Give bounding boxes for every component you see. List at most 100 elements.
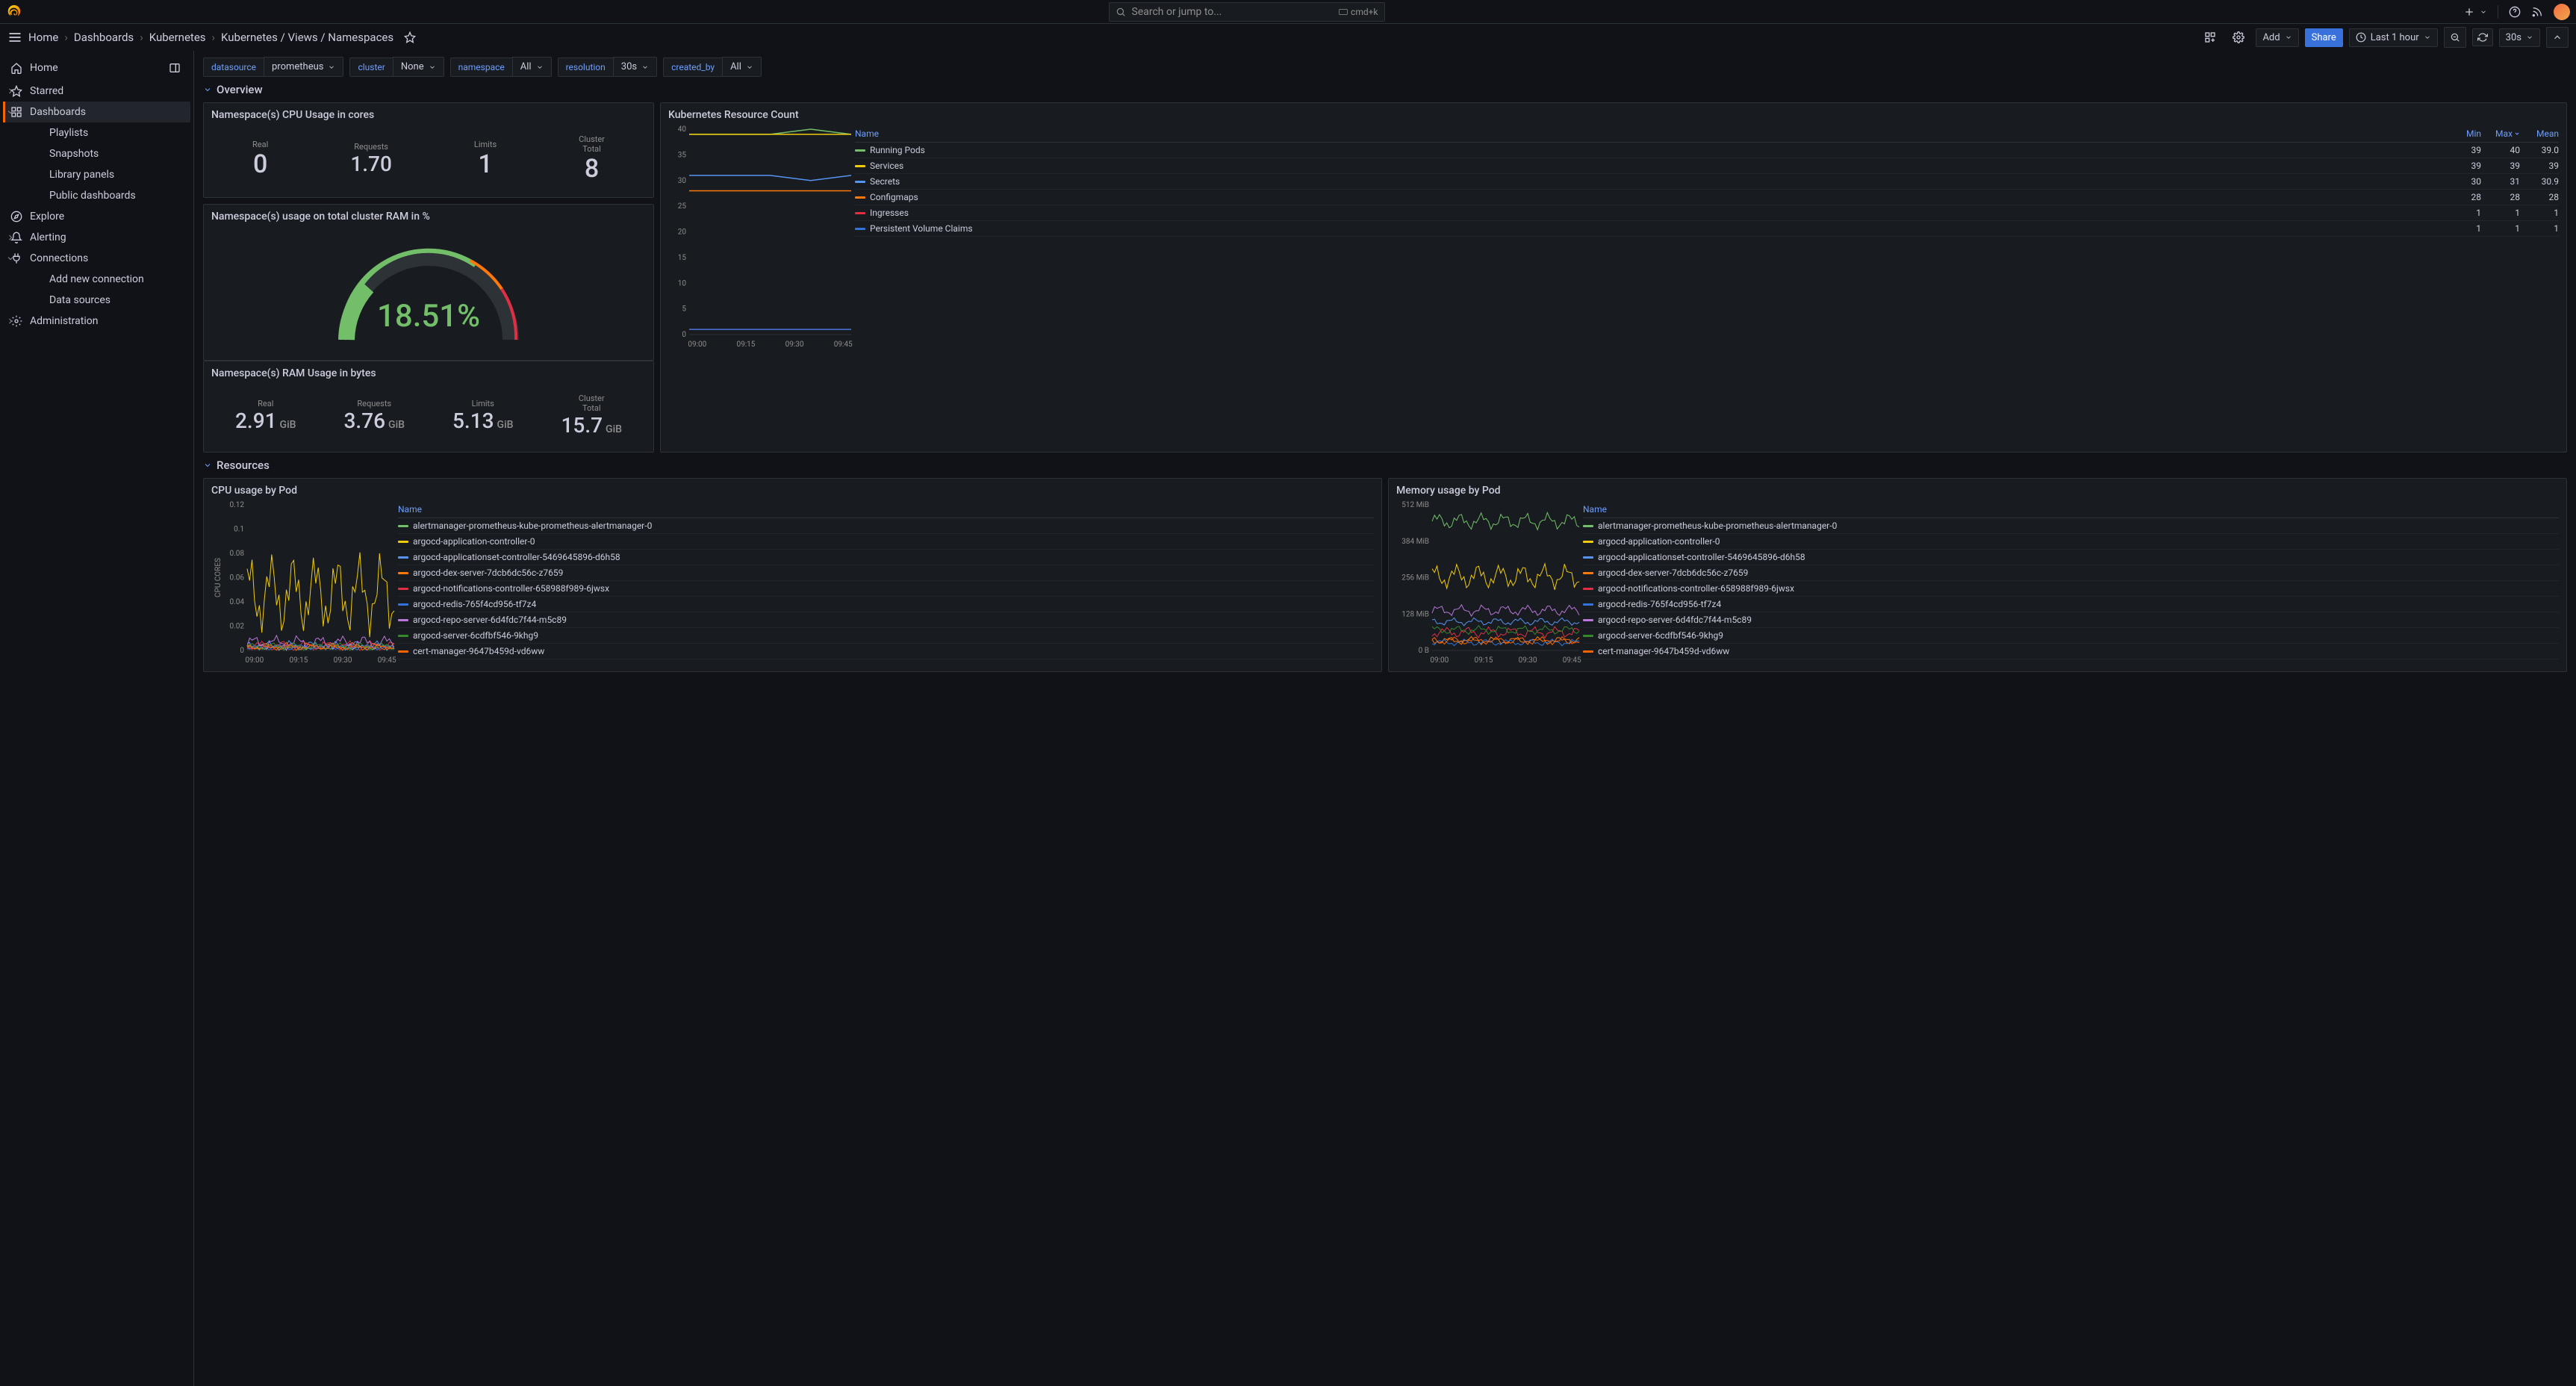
- row-mean: 1: [2520, 223, 2559, 234]
- breadcrumb-home[interactable]: Home: [28, 31, 58, 44]
- legend-row[interactable]: alertmanager-prometheus-kube-prometheus-…: [398, 518, 1374, 534]
- var-datasource[interactable]: datasourceprometheus: [203, 57, 343, 77]
- row-min: 30: [2442, 176, 2481, 187]
- svg-text:09:30: 09:30: [334, 656, 352, 665]
- legend-row[interactable]: argocd-redis-765f4cd956-tf7z4: [398, 597, 1374, 612]
- help-icon[interactable]: [2509, 6, 2521, 18]
- legend-label: argocd-redis-765f4cd956-tf7z4: [413, 599, 536, 609]
- settings-icon-button[interactable]: [2227, 27, 2250, 48]
- chevron-down-icon[interactable]: [2480, 8, 2487, 16]
- sidebar-subitem-data-sources[interactable]: Data sources: [3, 290, 190, 311]
- sidebar-item-alerting[interactable]: Alerting: [3, 227, 190, 248]
- var-resolution[interactable]: resolution30s: [558, 57, 658, 77]
- legend-row[interactable]: argocd-application-controller-0: [1583, 534, 2559, 550]
- grafana-logo-icon: [6, 4, 22, 20]
- legend-row[interactable]: argocd-notifications-controller-658988f9…: [1583, 581, 2559, 597]
- sidebar-item-dashboards[interactable]: Dashboards: [3, 102, 190, 122]
- var-value[interactable]: None: [393, 57, 444, 77]
- sidebar-subitem-snapshots[interactable]: Snapshots: [3, 143, 190, 164]
- legend-row[interactable]: argocd-server-6cdfbf546-9khg9: [398, 628, 1374, 644]
- col-name[interactable]: Name: [855, 128, 2442, 139]
- col-mean[interactable]: Mean: [2520, 128, 2559, 139]
- collapse-button[interactable]: [2546, 27, 2569, 48]
- var-value[interactable]: 30s: [613, 57, 657, 77]
- mem-by-pod-chart: 0 B128 MiB256 MiB384 MiB512 MiB09:0009:1…: [1396, 501, 1583, 665]
- var-namespace[interactable]: namespaceAll: [450, 57, 552, 77]
- menu-icon[interactable]: [7, 30, 22, 45]
- svg-text:CPU CORES: CPU CORES: [214, 558, 223, 597]
- compass-icon: [10, 211, 22, 223]
- legend-row[interactable]: alertmanager-prometheus-kube-prometheus-…: [1583, 518, 2559, 534]
- user-avatar[interactable]: [2554, 4, 2570, 20]
- var-cluster[interactable]: clusterNone: [349, 57, 444, 77]
- legend-row[interactable]: argocd-notifications-controller-658988f9…: [398, 581, 1374, 597]
- legend-name-header[interactable]: Name: [1583, 501, 2559, 518]
- legend-row[interactable]: argocd-applicationset-controller-5469645…: [398, 550, 1374, 565]
- legend-color: [398, 556, 408, 559]
- var-value[interactable]: prometheus: [264, 57, 343, 77]
- svg-text:20: 20: [678, 229, 687, 237]
- row-overview-header[interactable]: Overview: [203, 83, 2567, 96]
- stat-label: Requests: [344, 399, 405, 408]
- stat-limits: Limits5.13GiB: [452, 399, 513, 433]
- chevron-down-icon: [429, 63, 436, 71]
- row-mean: 30.9: [2520, 176, 2559, 187]
- dock-icon[interactable]: [167, 60, 183, 76]
- gauge-chart: [324, 228, 533, 355]
- legend-row[interactable]: cert-manager-9647b459d-vd6ww: [398, 644, 1374, 659]
- legend-color: [1583, 556, 1593, 559]
- col-min[interactable]: Min: [2442, 128, 2481, 139]
- svg-text:0.12: 0.12: [230, 501, 245, 509]
- breadcrumb-kubernetes[interactable]: Kubernetes: [149, 31, 206, 44]
- table-row[interactable]: Services393939: [855, 158, 2559, 174]
- refresh-button[interactable]: [2472, 28, 2493, 46]
- legend-row[interactable]: argocd-dex-server-7dcb6dc56c-z7659: [1583, 565, 2559, 581]
- table-row[interactable]: Ingresses111: [855, 205, 2559, 221]
- plus-icon[interactable]: [2463, 6, 2475, 18]
- sidebar-item-home[interactable]: Home: [3, 55, 190, 81]
- table-row[interactable]: Running Pods394039.0: [855, 143, 2559, 158]
- time-range-picker[interactable]: Last 1 hour: [2349, 28, 2438, 47]
- star-icon[interactable]: [404, 31, 416, 43]
- legend-row[interactable]: argocd-server-6cdfbf546-9khg9: [1583, 628, 2559, 644]
- rss-icon[interactable]: [2531, 6, 2543, 18]
- sidebar-subitem-library-panels[interactable]: Library panels: [3, 164, 190, 185]
- legend-name-header[interactable]: Name: [398, 501, 1374, 518]
- table-row[interactable]: Persistent Volume Claims111: [855, 221, 2559, 237]
- legend-row[interactable]: argocd-repo-server-6d4fdc7f44-m5c89: [398, 612, 1374, 628]
- table-row[interactable]: Secrets303130.9: [855, 174, 2559, 190]
- zoom-out-button[interactable]: [2444, 27, 2466, 48]
- panel-ram-usage-bytes: Namespace(s) RAM Usage in bytes Real2.91…: [203, 361, 654, 453]
- sidebar-subitem-playlists[interactable]: Playlists: [3, 122, 190, 143]
- legend-row[interactable]: argocd-repo-server-6d4fdc7f44-m5c89: [1583, 612, 2559, 628]
- var-value[interactable]: All: [512, 57, 552, 77]
- share-button[interactable]: Share: [2305, 28, 2343, 47]
- legend-row[interactable]: argocd-redis-765f4cd956-tf7z4: [1583, 597, 2559, 612]
- legend-row[interactable]: argocd-dex-server-7dcb6dc56c-z7659: [398, 565, 1374, 581]
- legend-row[interactable]: argocd-application-controller-0: [398, 534, 1374, 550]
- legend-row[interactable]: cert-manager-9647b459d-vd6ww: [1583, 644, 2559, 659]
- legend-row[interactable]: argocd-applicationset-controller-5469645…: [1583, 550, 2559, 565]
- row-max: 40: [2481, 145, 2520, 155]
- row-min: 28: [2442, 192, 2481, 202]
- sidebar-item-connections[interactable]: Connections: [3, 248, 190, 269]
- top-bar: Search or jump to... cmd+k: [0, 0, 2576, 24]
- row-min: 39: [2442, 145, 2481, 155]
- refresh-interval-picker[interactable]: 30s: [2499, 28, 2540, 47]
- add-button[interactable]: Add: [2256, 28, 2298, 47]
- sidebar-item-starred[interactable]: Starred: [3, 81, 190, 102]
- sidebar-subitem-add-new-connection[interactable]: Add new connection: [3, 269, 190, 290]
- sidebar-subitem-public-dashboards[interactable]: Public dashboards: [3, 185, 190, 206]
- sidebar-item-explore[interactable]: Explore: [3, 206, 190, 227]
- chevron-up-icon: [2552, 32, 2563, 43]
- table-row[interactable]: Configmaps282828: [855, 190, 2559, 205]
- var-created_by[interactable]: created_byAll: [663, 57, 762, 77]
- legend-label: argocd-redis-765f4cd956-tf7z4: [1598, 599, 1721, 609]
- panel-add-icon-button[interactable]: [2199, 27, 2221, 48]
- var-value[interactable]: All: [722, 57, 762, 77]
- col-max[interactable]: Max: [2481, 128, 2520, 139]
- row-resources-header[interactable]: Resources: [203, 459, 2567, 472]
- breadcrumb-dashboards[interactable]: Dashboards: [74, 31, 134, 44]
- global-search-input[interactable]: Search or jump to... cmd+k: [1109, 2, 1385, 22]
- sidebar-item-administration[interactable]: Administration: [3, 311, 190, 332]
